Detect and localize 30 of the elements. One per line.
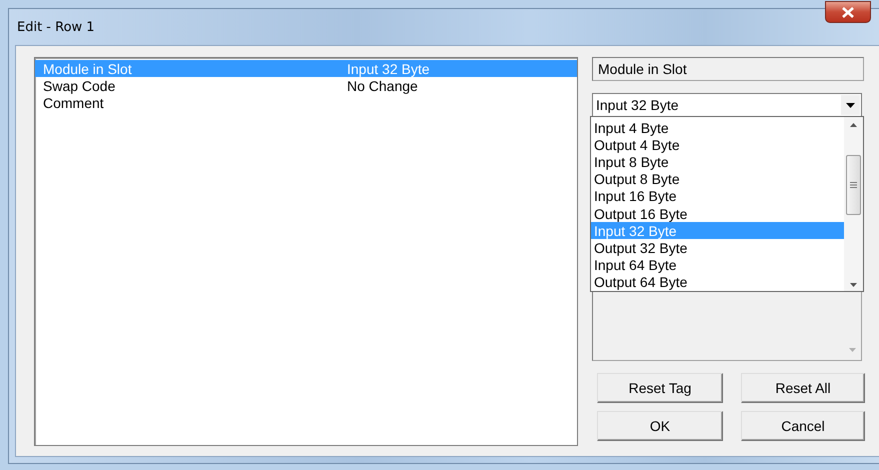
dropdown-option[interactable]: Output 8 Byte <box>591 170 844 188</box>
dialog-button[interactable]: Reset All <box>741 373 865 403</box>
dropdown-option[interactable]: Input 4 Byte <box>591 119 844 136</box>
module-dropdown[interactable]: Input 32 Byte <box>592 93 862 117</box>
dropdown-option[interactable]: Output 16 Byte <box>591 204 844 222</box>
dropdown-option[interactable]: Output 64 Byte <box>591 274 844 291</box>
dropdown-option[interactable]: Input 8 Byte <box>591 153 844 171</box>
property-label: Module in Slot <box>592 57 864 81</box>
property-name: Swap Code <box>43 78 116 94</box>
scroll-down-icon[interactable] <box>850 283 857 287</box>
dialog-button[interactable]: Reset Tag <box>597 373 723 403</box>
caret-icon <box>846 102 855 108</box>
dropdown-option[interactable]: Output 32 Byte <box>591 239 844 256</box>
close-icon <box>841 6 855 18</box>
property-name: Comment <box>43 94 105 110</box>
property-name: Module in Slot <box>43 60 133 76</box>
dropdown-option[interactable]: Input 64 Byte <box>591 256 844 274</box>
dialog-button[interactable]: Cancel <box>741 411 865 441</box>
property-value: No Change <box>347 78 418 94</box>
property-value: Input 32 Byte <box>347 60 430 76</box>
dropdown-option[interactable]: Input 16 Byte <box>591 188 844 205</box>
close-button[interactable] <box>825 1 871 23</box>
property-row[interactable]: Comment <box>35 94 577 111</box>
scroll-thumb[interactable] <box>846 155 861 215</box>
grip-icon <box>850 182 857 188</box>
scroll-up-icon[interactable] <box>850 123 857 127</box>
dialog-button[interactable]: OK <box>597 411 723 441</box>
window-title: Edit - Row 1 <box>17 20 95 34</box>
dropdown-option[interactable]: Output 4 Byte <box>591 136 844 154</box>
property-row[interactable]: Swap Code No Change <box>35 77 577 94</box>
